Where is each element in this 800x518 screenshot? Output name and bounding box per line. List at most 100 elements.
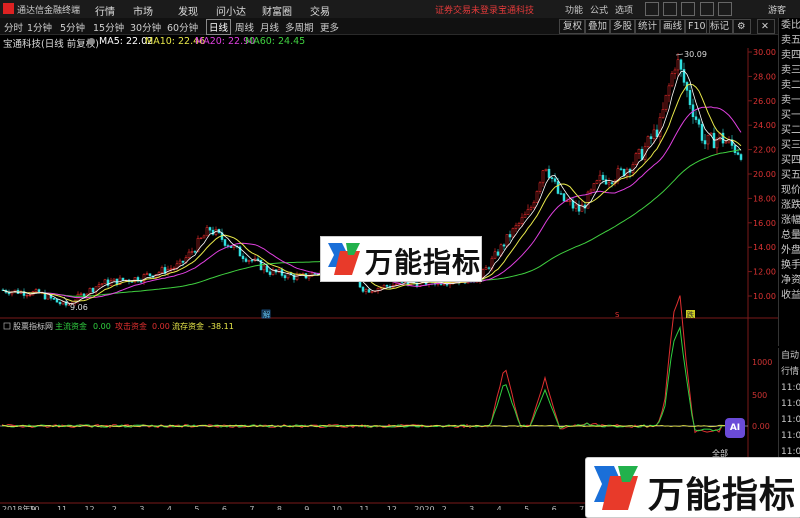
candle-body[interactable] (607, 182, 611, 185)
candle-body[interactable] (568, 200, 572, 202)
candle-body[interactable] (58, 301, 62, 305)
candle-body[interactable] (667, 85, 671, 96)
candle-body[interactable] (232, 245, 236, 248)
candle-body[interactable] (619, 168, 623, 170)
period-tab[interactable]: 分时 (4, 20, 23, 34)
candle-body[interactable] (523, 214, 527, 218)
candle-body[interactable] (112, 278, 116, 282)
candle-body[interactable] (481, 269, 485, 278)
candle-body[interactable] (574, 204, 578, 209)
event-marker[interactable]: 跌 (687, 310, 694, 319)
candle-body[interactable] (646, 136, 650, 148)
candle-body[interactable] (265, 265, 269, 273)
candle-body[interactable] (703, 140, 707, 145)
candle-body[interactable] (511, 228, 515, 238)
menu-market[interactable]: 市场 (133, 3, 153, 18)
candle-body[interactable] (589, 189, 593, 193)
user-icon[interactable] (700, 2, 714, 16)
candle-body[interactable] (676, 59, 680, 71)
period-tab[interactable]: 5分钟 (60, 20, 85, 34)
candle-body[interactable] (559, 193, 563, 195)
screen-icon[interactable] (645, 2, 659, 16)
candle-body[interactable] (130, 281, 134, 283)
candle-body[interactable] (61, 301, 65, 305)
candle-body[interactable] (262, 265, 266, 271)
candle-body[interactable] (577, 204, 581, 212)
candle-body[interactable] (544, 168, 548, 171)
menu-options[interactable]: 选项 (615, 3, 633, 16)
mark-button[interactable]: 标记 (706, 19, 734, 34)
window-icon[interactable] (681, 2, 695, 16)
indicator-dot-icon[interactable] (88, 38, 95, 45)
candle-body[interactable] (724, 141, 728, 144)
period-tab-active[interactable]: 日线 (206, 19, 232, 35)
menu-quotes[interactable]: 行情 (95, 3, 115, 18)
candle-body[interactable] (736, 152, 740, 155)
draw-line-button[interactable]: 画线 (659, 19, 687, 34)
candle-body[interactable] (145, 273, 149, 275)
candle-body[interactable] (244, 258, 248, 262)
candle-body[interactable] (187, 251, 191, 258)
candle-body[interactable] (592, 183, 596, 191)
candle-body[interactable] (652, 129, 656, 140)
candle-body[interactable] (634, 153, 638, 165)
candle-body[interactable] (52, 297, 56, 300)
candle-body[interactable] (541, 170, 545, 184)
candle-body[interactable] (364, 289, 368, 292)
candle-body[interactable] (79, 293, 83, 295)
candle-body[interactable] (553, 178, 557, 182)
period-tab[interactable]: 周线 (235, 20, 254, 34)
candle-body[interactable] (526, 209, 530, 215)
candle-body[interactable] (502, 244, 506, 247)
candle-body[interactable] (706, 134, 710, 145)
candle-body[interactable] (28, 294, 32, 297)
candle-body[interactable] (34, 289, 38, 292)
candle-body[interactable] (550, 177, 554, 179)
candle-body[interactable] (82, 293, 86, 298)
candle-body[interactable] (175, 263, 179, 269)
login-notice[interactable]: 证券交易未登录 (435, 3, 498, 16)
candle-body[interactable] (514, 225, 518, 229)
candle-body[interactable] (496, 251, 500, 256)
settings-icon[interactable]: ⚙ (733, 19, 751, 34)
candle-body[interactable] (637, 148, 641, 154)
candle-body[interactable] (250, 260, 254, 262)
candle-body[interactable] (181, 260, 185, 263)
adjust-button[interactable]: 复权 (559, 19, 587, 34)
period-tab[interactable]: 1分钟 (27, 20, 52, 34)
candle-body[interactable] (385, 284, 389, 287)
candle-body[interactable] (103, 279, 107, 284)
candle-body[interactable] (307, 276, 311, 279)
candle-body[interactable] (538, 182, 542, 192)
candle-body[interactable] (556, 181, 560, 194)
candle-body[interactable] (268, 271, 272, 275)
candle-body[interactable] (199, 237, 203, 240)
candle-body[interactable] (100, 283, 104, 286)
candle-body[interactable] (148, 273, 152, 277)
candle-body[interactable] (493, 251, 497, 259)
period-tab[interactable]: 60分钟 (167, 20, 198, 34)
candle-body[interactable] (520, 217, 524, 224)
candle-body[interactable] (664, 94, 668, 110)
period-tab[interactable]: 月线 (260, 20, 279, 34)
layout-icon[interactable] (663, 2, 677, 16)
candle-body[interactable] (508, 234, 512, 238)
stats-button[interactable]: 统计 (634, 19, 662, 34)
candle-body[interactable] (205, 227, 209, 237)
candle-body[interactable] (649, 136, 653, 140)
candle-body[interactable] (484, 267, 488, 270)
candle-body[interactable] (739, 154, 743, 160)
candle-body[interactable] (505, 234, 509, 247)
indicator-toggle-icon[interactable] (3, 322, 11, 330)
candle-body[interactable] (283, 275, 287, 279)
candle-body[interactable] (487, 267, 491, 269)
settings-icon[interactable] (718, 2, 732, 16)
menu-ask[interactable]: 问小达 (216, 3, 246, 18)
candle-body[interactable] (55, 299, 59, 303)
quote-side-panel[interactable]: 委比 卖五 卖四 卖三 卖二 卖一 买一 买二 买三 买四 买五 现价 涨跌 涨幅 总量 外盘 换手 净资 收益 (778, 18, 800, 346)
candle-body[interactable] (595, 180, 599, 184)
period-tab[interactable]: 15分钟 (93, 20, 124, 34)
candle-body[interactable] (202, 235, 206, 239)
menu-formula[interactable]: 公式 (590, 3, 608, 16)
candle-body[interactable] (679, 59, 683, 70)
